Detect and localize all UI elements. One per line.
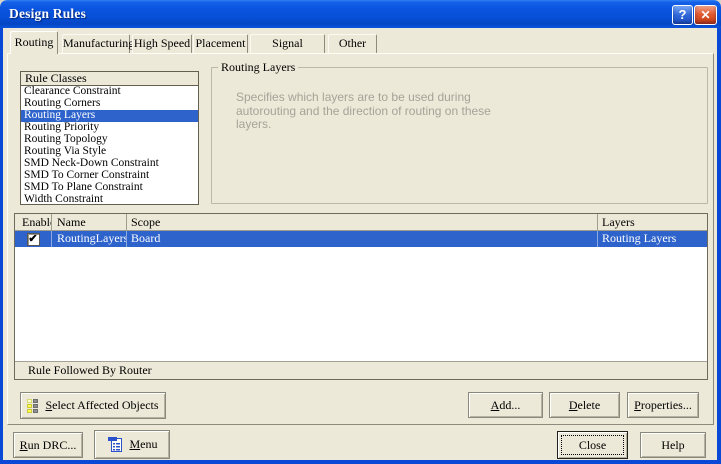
menu-label: Menu xyxy=(130,437,158,452)
cell-name: RoutingLayers xyxy=(52,231,127,247)
routing-tab-page: Rule Classes Clearance Constraint Routin… xyxy=(7,53,714,425)
cell-enabled: ✔ xyxy=(15,231,52,247)
select-affected-objects-button[interactable]: Select Affected Objects xyxy=(20,392,166,419)
run-drc-button[interactable]: Run DRC... xyxy=(13,432,83,458)
groupbox-legend: Routing Layers xyxy=(218,60,298,75)
design-rules-dialog: Design Rules ? ✕ Routing Manufacturing H… xyxy=(0,0,721,464)
tab-other[interactable]: Other xyxy=(328,34,377,53)
menu-button[interactable]: Menu xyxy=(94,430,170,459)
checkmark-icon: ✔ xyxy=(28,233,37,245)
tab-high-speed[interactable]: High Speed xyxy=(132,34,192,53)
window-title: Design Rules xyxy=(9,6,86,22)
help-button[interactable]: Help xyxy=(640,432,706,458)
add-label: Add... xyxy=(491,398,521,413)
question-icon: ? xyxy=(679,7,687,22)
column-header-enabled: Enabled xyxy=(15,214,52,230)
tab-manufacturing[interactable]: Manufacturing xyxy=(62,34,130,53)
titlebar-close-button[interactable]: ✕ xyxy=(694,5,717,25)
rules-table: Enabled Name Scope Layers ✔ RoutingLayer… xyxy=(14,213,708,380)
select-objects-icon xyxy=(27,399,40,413)
window-border-left xyxy=(0,28,3,464)
column-header-scope: Scope xyxy=(127,214,598,230)
delete-button[interactable]: Delete xyxy=(549,392,620,418)
properties-button[interactable]: Properties... xyxy=(627,392,699,418)
close-label: Close xyxy=(579,438,606,453)
table-footer-status: Rule Followed By Router xyxy=(15,361,707,379)
properties-label: Properties... xyxy=(634,398,692,413)
window-border-bottom xyxy=(0,460,721,464)
table-row-routinglayers[interactable]: ✔ RoutingLayers Board Routing Layers xyxy=(15,231,707,247)
cell-scope: Board xyxy=(127,231,598,247)
titlebar: Design Rules ? ✕ xyxy=(0,0,721,28)
rule-classes-listbox: Rule Classes Clearance Constraint Routin… xyxy=(20,71,199,205)
tab-placement[interactable]: Placement xyxy=(193,34,248,53)
column-header-name: Name xyxy=(52,214,127,230)
titlebar-help-button[interactable]: ? xyxy=(672,5,693,25)
add-button[interactable]: Add... xyxy=(468,392,543,418)
window-border-right xyxy=(717,28,721,464)
select-affected-objects-label: Select Affected Objects xyxy=(45,398,158,413)
delete-label: Delete xyxy=(569,398,600,413)
tab-routing[interactable]: Routing xyxy=(10,31,58,54)
column-header-layers: Layers xyxy=(598,214,707,230)
rule-description-groupbox: Routing Layers Specifies which layers ar… xyxy=(211,67,708,204)
close-icon: ✕ xyxy=(700,8,710,22)
rule-class-width-constraint[interactable]: Width Constraint xyxy=(21,194,198,206)
menu-icon xyxy=(107,436,123,453)
run-drc-label: Run DRC... xyxy=(20,438,77,453)
close-button[interactable]: Close xyxy=(557,431,628,459)
rule-classes-header: Rule Classes xyxy=(21,72,198,86)
tab-signal-integrity[interactable]: Signal Integrity xyxy=(250,34,325,53)
table-header-row: Enabled Name Scope Layers xyxy=(15,214,707,231)
cell-layers: Routing Layers xyxy=(598,231,707,247)
help-label: Help xyxy=(661,438,684,453)
rule-description-text: Specifies which layers are to be used du… xyxy=(236,91,504,132)
enabled-checkbox[interactable]: ✔ xyxy=(27,233,40,246)
